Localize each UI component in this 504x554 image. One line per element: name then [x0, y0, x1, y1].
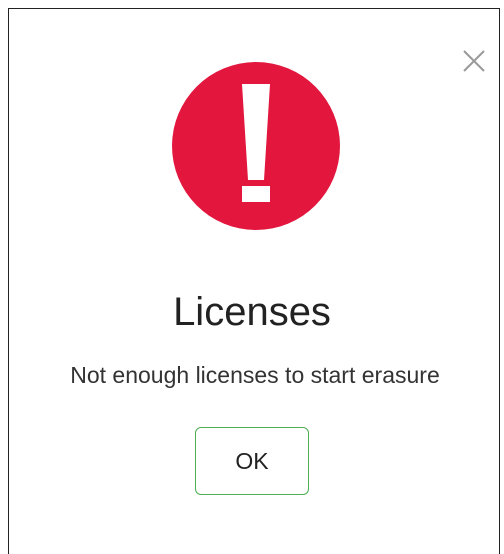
ok-button[interactable]: OK	[195, 427, 309, 495]
dialog-title: Licenses	[173, 290, 331, 334]
close-button[interactable]	[461, 48, 487, 74]
exclamation-icon	[172, 62, 340, 230]
close-icon	[463, 50, 485, 72]
dialog-message: Not enough licenses to start erasure	[70, 362, 440, 388]
page: Licenses Not enough licenses to start er…	[0, 0, 504, 554]
